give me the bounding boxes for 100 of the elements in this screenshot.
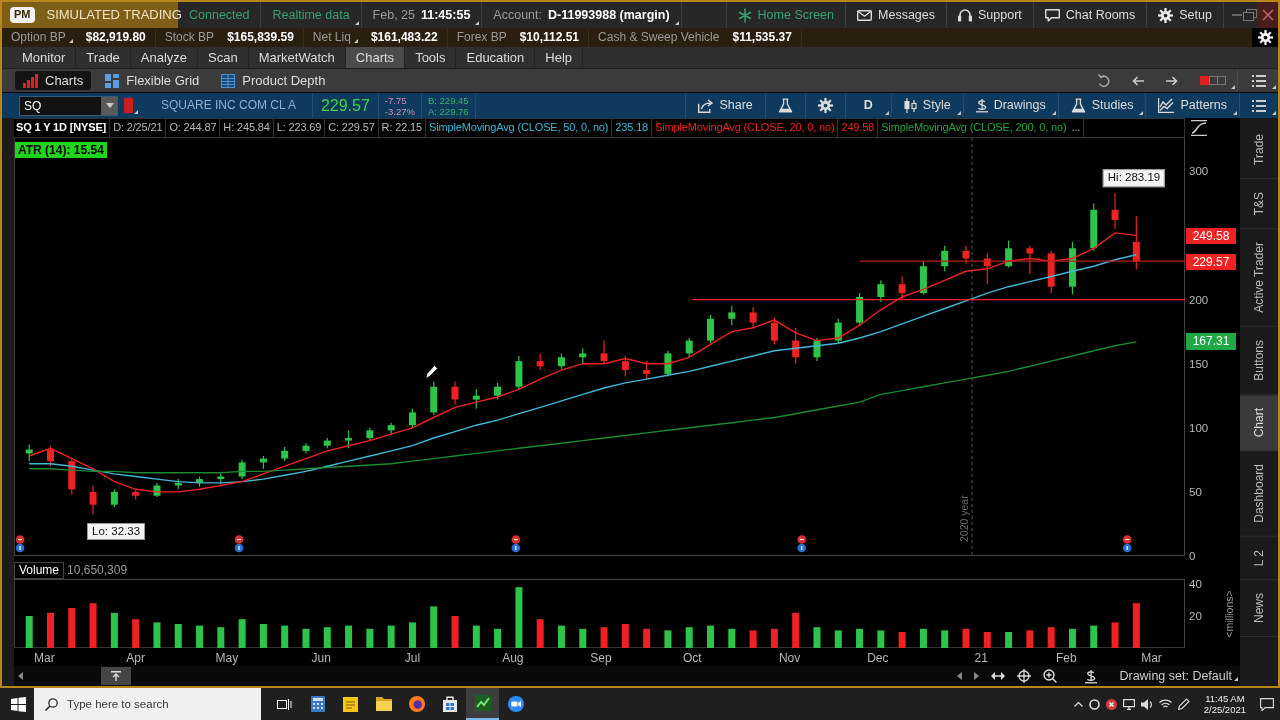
caret-icon: [105, 103, 114, 108]
corner-menu-icon[interactable]: [956, 111, 961, 115]
main-tab[interactable]: Analyze: [130, 47, 199, 68]
event-marker-icon: [1122, 535, 1132, 553]
arrow-left-icon[interactable]: [1132, 75, 1144, 86]
marker-icon[interactable]: [124, 98, 133, 113]
candlestick: [621, 355, 629, 378]
pen-icon[interactable]: [1177, 698, 1190, 710]
study-label: SimpleMovingAvg (CLOSE, 20, 0, no): [652, 119, 839, 137]
zigzag-chart-icon: [1158, 98, 1175, 113]
corner-menu-icon[interactable]: [1272, 111, 1276, 115]
main-tab[interactable]: Trade: [76, 47, 131, 68]
symbol-field[interactable]: SQ: [19, 95, 101, 116]
dollar-sign-icon: [975, 98, 988, 113]
scroll-right-icon[interactable]: [974, 672, 980, 680]
balance-label: Option BP: [11, 30, 66, 45]
axis-label: 300: [1189, 165, 1209, 178]
settings-button[interactable]: [1252, 28, 1278, 47]
axis-label: Sep: [590, 651, 612, 665]
corner-menu-icon[interactable]: [353, 39, 358, 43]
corner-menu-icon[interactable]: [884, 111, 889, 115]
sub-tab[interactable]: Flexible Grid: [97, 70, 208, 91]
side-tab[interactable]: Buttons: [1240, 326, 1278, 395]
corner-menu-icon[interactable]: [1051, 111, 1056, 115]
event-marker-icon: [511, 535, 521, 553]
chevron-up-icon[interactable]: [1073, 701, 1083, 707]
side-tab[interactable]: Active Trader: [1240, 229, 1278, 327]
share-button[interactable]: Share: [685, 93, 765, 118]
crosshair-icon[interactable]: [1017, 669, 1032, 683]
candlestick: [558, 352, 565, 370]
main-tab[interactable]: Tools: [405, 47, 457, 68]
main-tab[interactable]: Education: [456, 47, 536, 68]
candlestick: [600, 340, 608, 365]
balance-value: $11,535.37: [732, 30, 792, 45]
zoom-in-icon[interactable]: [1043, 669, 1058, 683]
taskbar-button[interactable]: [466, 688, 499, 720]
corner-menu-icon[interactable]: [674, 21, 679, 25]
volume-bar: [25, 616, 33, 648]
event-marker-icon: [797, 535, 807, 553]
main-tab[interactable]: MarketWatch: [248, 47, 346, 68]
drawing-set-menu[interactable]: Drawing set: Default: [1119, 668, 1240, 684]
ohlc-reading: C: 229.57: [325, 119, 379, 137]
arrow-right-icon[interactable]: [1166, 75, 1178, 86]
side-tab[interactable]: L 2: [1240, 536, 1278, 580]
corner-menu-icon[interactable]: [354, 21, 359, 25]
dollar-sign-icon[interactable]: [1085, 668, 1098, 684]
corner-menu-icon[interactable]: [68, 39, 73, 43]
aggregation-button[interactable]: D: [844, 93, 891, 118]
close-button[interactable]: [1257, 2, 1278, 28]
corner-menu-icon[interactable]: [475, 21, 480, 25]
corner-menu-icon[interactable]: [1233, 111, 1237, 115]
patterns-button[interactable]: Patterns: [1145, 93, 1239, 118]
speaker-icon[interactable]: [1140, 698, 1153, 710]
candlestick: [834, 318, 842, 344]
style-button[interactable]: Style: [890, 93, 963, 118]
main-tab[interactable]: Charts: [345, 47, 406, 68]
candlestick: [813, 337, 821, 362]
search-field[interactable]: Type here to search: [34, 688, 261, 720]
scroll-left-icon[interactable]: [957, 672, 963, 680]
candlestick: [919, 260, 927, 296]
candlestick: [983, 252, 991, 285]
volume-bar: [877, 630, 885, 648]
segmented-bar-icon[interactable]: [1200, 76, 1226, 85]
x-circle-icon[interactable]: [1105, 698, 1117, 710]
side-tab[interactable]: Trade: [1240, 121, 1278, 179]
drawings-button[interactable]: Drawings: [962, 93, 1058, 118]
scroll-left-icon[interactable]: [18, 672, 23, 680]
side-tab[interactable]: Chart: [1240, 394, 1278, 451]
double-arrow-icon[interactable]: [991, 671, 1006, 681]
main-tab[interactable]: Monitor: [12, 47, 77, 68]
sub-tab[interactable]: Charts: [15, 70, 92, 91]
list-menu-icon[interactable]: [1252, 74, 1266, 87]
notification-icon[interactable]: [1260, 697, 1274, 711]
indicator-label: ATR (14): 15.54: [15, 142, 107, 159]
corner-menu-icon[interactable]: [1139, 111, 1144, 115]
ohlc-reading: D: 2/25/21: [110, 119, 167, 137]
side-tab[interactable]: T&S: [1240, 178, 1278, 230]
monitor-icon[interactable]: [1122, 698, 1135, 710]
candlestick: [408, 407, 416, 429]
wifi-icon[interactable]: [1158, 699, 1172, 709]
side-tab[interactable]: News: [1240, 579, 1278, 637]
s-curve-icon[interactable]: [1191, 120, 1207, 136]
studies-button[interactable]: Studies: [1057, 93, 1146, 118]
curved-arrow-icon[interactable]: [1098, 74, 1110, 87]
ring-icon[interactable]: [1088, 698, 1100, 710]
main-tab[interactable]: Scan: [198, 47, 249, 68]
dropdown-button[interactable]: [101, 95, 118, 116]
windows-logo-icon: [10, 696, 26, 712]
main-tab[interactable]: Help: [535, 47, 584, 68]
collapse-button[interactable]: [101, 667, 131, 685]
corner-menu-icon[interactable]: [1231, 85, 1235, 89]
candlestick: [707, 314, 714, 344]
side-tab[interactable]: Dashboard: [1240, 451, 1278, 537]
candlestick: [281, 446, 289, 462]
corner-menu-icon[interactable]: [134, 110, 138, 114]
corner-menu-icon[interactable]: [1234, 676, 1238, 681]
sub-tab[interactable]: Product Depth: [213, 70, 334, 91]
corner-menu-icon[interactable]: [1272, 85, 1276, 89]
asterisk-icon: [737, 7, 752, 23]
candlestick: [536, 352, 544, 371]
